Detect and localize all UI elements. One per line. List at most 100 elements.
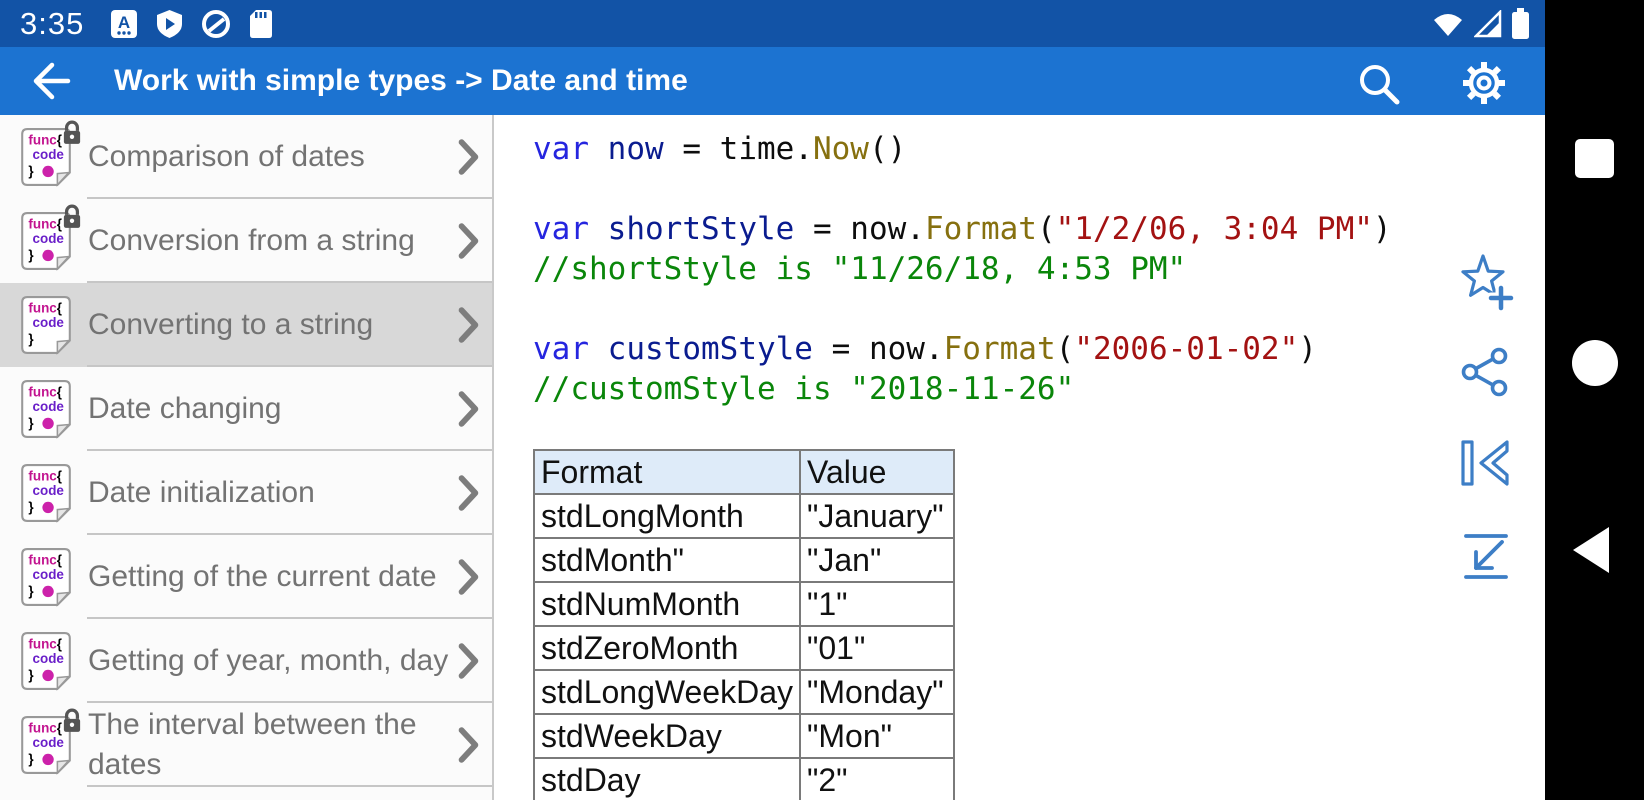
- lesson-list-item[interactable]: func{ code } Converting to a string: [0, 283, 492, 367]
- chevron-right-icon: [458, 139, 479, 175]
- back-triangle-icon[interactable]: [1573, 527, 1609, 573]
- code-token: //shortStyle is "11/26/18, 4:53 PM": [533, 251, 1187, 287]
- svg-text:code: code: [33, 147, 65, 162]
- table-cell: "2": [799, 757, 955, 800]
- code-line: var shortStyle = now.Format("1/2/06, 3:0…: [533, 209, 1545, 249]
- lesson-item-label: Comparison of dates: [88, 140, 365, 173]
- table-header-cell: Format: [533, 449, 801, 495]
- lesson-item-label: Date changing: [88, 392, 282, 425]
- svg-text:func{: func{: [28, 637, 62, 652]
- table-cell: "Mon": [799, 713, 955, 759]
- chevron-right-icon: [458, 475, 479, 511]
- home-circle-icon[interactable]: [1572, 340, 1618, 386]
- format-reference-table: Format Value stdLongMonth "January" stdMonth…: [533, 449, 955, 800]
- share-icon[interactable]: [1457, 344, 1513, 400]
- func-code-doc-icon: func{ code }: [20, 295, 72, 355]
- lesson-list-item[interactable]: func{ code } Getting of year, month, day: [0, 619, 492, 703]
- code-token: Now: [812, 131, 869, 167]
- recents-square-icon[interactable]: [1575, 139, 1614, 178]
- lesson-list-item[interactable]: func{ code } Getting of the current date: [0, 535, 492, 619]
- chevron-right-icon: [458, 643, 479, 679]
- code-sample: var now = time.Now() var shortStyle = now…: [494, 115, 1545, 409]
- chevron-right-icon: [458, 391, 479, 427]
- func-code-doc-icon: func{ code }: [20, 463, 72, 523]
- lesson-list-item[interactable]: func{ code } Comparison of dates: [0, 115, 492, 199]
- svg-text:}: }: [28, 668, 34, 683]
- code-token: = now.: [794, 211, 925, 247]
- code-line: var customStyle = now.Format("2006-01-02…: [533, 329, 1545, 369]
- code-block: var shortStyle = now.Format("1/2/06, 3:0…: [533, 209, 1545, 289]
- lesson-item-label: Converting to a string: [88, 308, 374, 341]
- svg-text:func{: func{: [28, 469, 62, 484]
- lesson-item-label: Date initialization: [88, 476, 315, 509]
- android-nav-bar: [1545, 0, 1644, 800]
- code-token: var: [533, 211, 589, 247]
- add-favorite-star-icon[interactable]: [1454, 251, 1516, 313]
- svg-text:func{: func{: [28, 553, 62, 568]
- svg-text:code: code: [33, 567, 65, 582]
- svg-text:func{: func{: [28, 133, 62, 148]
- code-token: //customStyle is "2018-11-26": [533, 371, 1075, 407]
- quick-circle-icon: [202, 9, 231, 38]
- lesson-item-label: Getting of year, month, day: [88, 644, 449, 677]
- code-block: var customStyle = now.Format("2006-01-02…: [533, 329, 1545, 409]
- cell-signal-icon: [1474, 9, 1502, 37]
- lock-icon: [63, 204, 81, 228]
- sd-card-icon: [250, 9, 273, 38]
- battery-icon: [1512, 8, 1529, 39]
- lesson-item-label: The interval between the dates: [88, 708, 417, 781]
- table-cell: stdLongWeekDay: [533, 669, 801, 715]
- jump-to-end-icon[interactable]: [1458, 529, 1512, 583]
- table-cell: stdNumMonth: [533, 581, 801, 627]
- a-translate-app-icon: A: [111, 9, 138, 38]
- lesson-list-item[interactable]: func{ code } Conversion from a string: [0, 199, 492, 283]
- code-token: (: [1055, 331, 1075, 367]
- svg-text:code: code: [33, 315, 65, 330]
- table-header-row: Format Value: [533, 449, 955, 495]
- code-block: var now = time.Now(): [533, 129, 1545, 169]
- table-cell: stdLongMonth: [533, 493, 801, 539]
- page-title: Work with simple types -> Date and time: [114, 64, 688, 97]
- table-row: stdLongMonth "January": [533, 493, 955, 539]
- code-token: Format: [924, 211, 1037, 247]
- lesson-list-item[interactable]: func{ code } Date changing: [0, 367, 492, 451]
- code-token: = time.: [663, 131, 813, 167]
- code-token: = now.: [812, 331, 944, 367]
- code-token: Format: [943, 331, 1056, 367]
- code-token: customStyle: [607, 331, 813, 367]
- lesson-list-item[interactable]: func{ code } Date initialization: [0, 451, 492, 535]
- svg-text:}: }: [28, 248, 34, 263]
- svg-text:code: code: [33, 483, 65, 498]
- lesson-content: var now = time.Now() var shortStyle = now…: [494, 115, 1545, 800]
- back-arrow-icon[interactable]: [26, 57, 74, 105]
- svg-text:func{: func{: [28, 301, 62, 316]
- lesson-item-label: Conversion from a string: [88, 224, 415, 257]
- table-row: stdZeroMonth "01": [533, 625, 955, 671]
- content-area: func{ code } Comparison of dates func{ c…: [0, 115, 1545, 800]
- func-code-doc-icon: func{ code }: [20, 631, 72, 691]
- table-row: stdWeekDay "Mon": [533, 713, 955, 759]
- skip-to-start-icon[interactable]: [1457, 437, 1513, 489]
- code-token: ): [1298, 331, 1317, 367]
- lock-icon: [63, 120, 81, 144]
- app-bar: Work with simple types -> Date and time: [0, 47, 1545, 115]
- code-token: var: [533, 331, 589, 367]
- chevron-right-icon: [458, 307, 479, 343]
- phone-screen: 3:35 A Work with simple types -> Date an…: [0, 0, 1644, 800]
- code-token: (): [868, 131, 907, 167]
- table-cell: "Jan": [799, 537, 955, 583]
- lesson-list-item[interactable]: func{ code } The interval between the da…: [0, 703, 492, 787]
- table-cell: stdWeekDay: [533, 713, 801, 759]
- svg-text:func{: func{: [28, 217, 62, 232]
- table-cell: stdMonth": [533, 537, 801, 583]
- table-cell: "Monday": [799, 669, 955, 715]
- gear-icon[interactable]: [1458, 57, 1510, 109]
- func-code-doc-icon: func{ code }: [20, 547, 72, 607]
- chevron-right-icon: [458, 223, 479, 259]
- code-line: //shortStyle is "11/26/18, 4:53 PM": [533, 249, 1545, 289]
- table-row: stdMonth" "Jan": [533, 537, 955, 583]
- table-cell: "1": [799, 581, 955, 627]
- search-icon[interactable]: [1352, 57, 1404, 109]
